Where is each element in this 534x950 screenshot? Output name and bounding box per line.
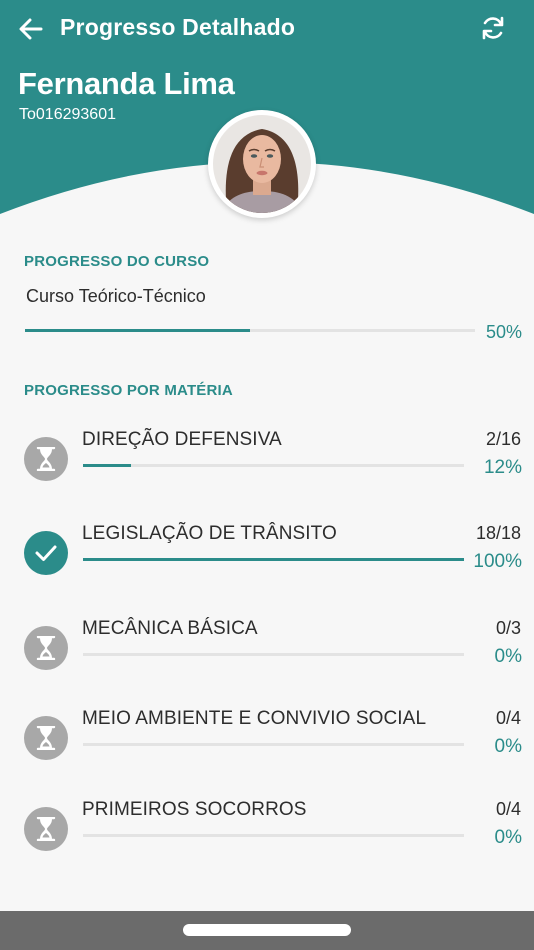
profile-photo	[213, 115, 311, 213]
hourglass-icon	[36, 447, 56, 471]
subject-percent: 0%	[494, 827, 522, 848]
student-name: Fernanda Lima	[18, 66, 235, 101]
subject-count: 0/3	[495, 618, 521, 638]
subject-percent: 0%	[494, 646, 522, 667]
subject-progress-fill	[83, 558, 464, 561]
subject-percent: 0%	[494, 736, 522, 757]
subject-item[interactable]: MEIO AMBIENTE E CONVIVIO SOCIAL 0/4 0%	[0, 708, 534, 788]
course-progress-title: PROGRESSO DO CURSO	[24, 253, 210, 270]
subject-count: 0/4	[495, 799, 521, 819]
subject-status-icon	[24, 716, 68, 760]
subject-percent: 12%	[483, 457, 522, 478]
subject-progress-bar	[83, 743, 464, 746]
subject-count: 0/4	[495, 708, 521, 728]
subject-progress-fill	[83, 464, 131, 467]
course-name: Curso Teórico-Técnico	[26, 286, 206, 306]
hourglass-icon	[36, 817, 56, 841]
course-progress-fill	[25, 329, 250, 332]
refresh-icon	[482, 16, 504, 40]
check-icon	[35, 545, 57, 561]
subject-name: DIREÇÃO DEFENSIVA	[82, 429, 282, 450]
hourglass-icon	[36, 636, 56, 660]
subject-name: LEGISLAÇÃO DE TRÂNSITO	[82, 523, 337, 544]
subject-progress-bar	[83, 653, 464, 656]
subject-item[interactable]: MECÂNICA BÁSICA 0/3 0%	[0, 618, 534, 698]
subject-item[interactable]: PRIMEIROS SOCORROS 0/4 0%	[0, 799, 534, 879]
student-id: To016293601	[19, 106, 116, 123]
subject-progress-title: PROGRESSO POR MATÉRIA	[24, 382, 233, 399]
subject-status-icon	[24, 437, 68, 481]
subject-count: 2/16	[485, 429, 521, 449]
subject-status-icon	[24, 531, 68, 575]
subject-name: MECÂNICA BÁSICA	[82, 618, 258, 639]
subject-status-icon	[24, 626, 68, 670]
course-progress-bar	[25, 329, 475, 332]
hourglass-icon	[36, 726, 56, 750]
subject-item[interactable]: LEGISLAÇÃO DE TRÂNSITO 18/18 100%	[0, 523, 534, 603]
subject-progress-bar	[83, 834, 464, 837]
course-progress-percent: 50%	[485, 322, 522, 342]
subject-name: PRIMEIROS SOCORROS	[82, 799, 307, 820]
system-navigation-bar	[0, 911, 534, 950]
subject-progress-bar	[83, 558, 464, 561]
subject-percent: 100%	[473, 551, 522, 572]
page-title: Progresso Detalhado	[60, 14, 296, 40]
subject-status-icon	[24, 807, 68, 851]
subject-count: 18/18	[475, 523, 521, 543]
subject-item[interactable]: DIREÇÃO DEFENSIVA 2/16 12%	[0, 429, 534, 509]
subject-name: MEIO AMBIENTE E CONVIVIO SOCIAL	[82, 708, 427, 729]
refresh-button[interactable]	[476, 11, 510, 45]
back-button[interactable]	[14, 12, 48, 46]
avatar	[208, 110, 316, 218]
arrow-left-icon	[19, 18, 43, 40]
home-indicator[interactable]	[183, 924, 351, 936]
subject-progress-bar	[83, 464, 464, 467]
